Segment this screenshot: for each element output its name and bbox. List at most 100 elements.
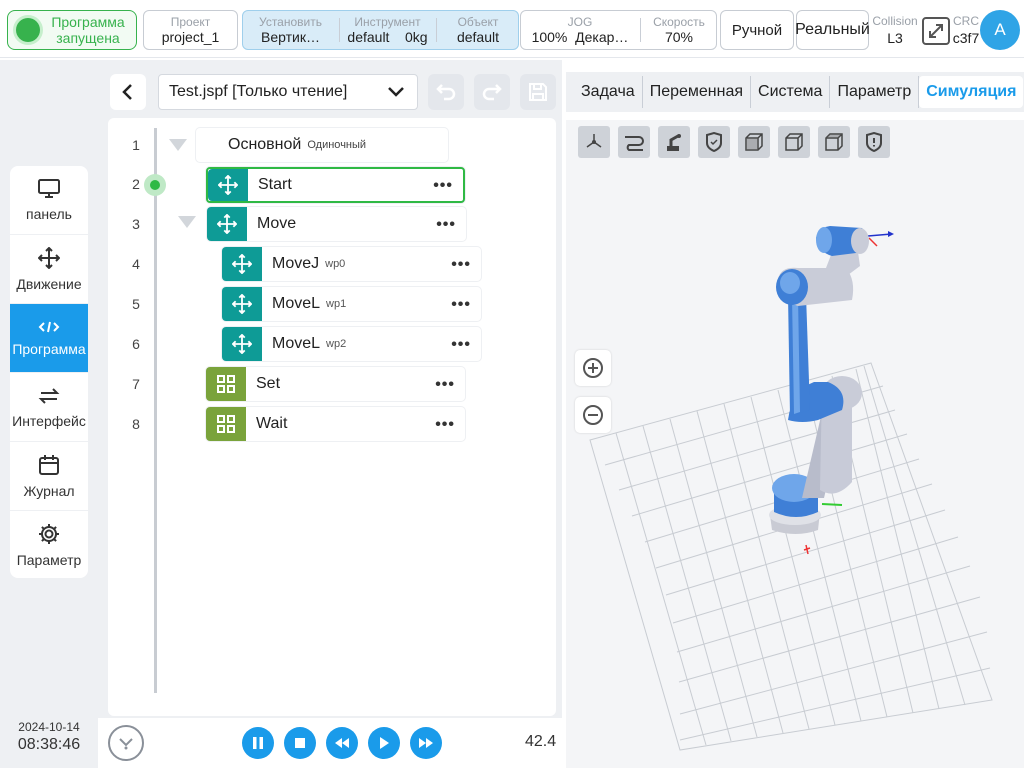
- more-icon[interactable]: •••: [451, 336, 471, 354]
- install-label: Установить: [259, 15, 322, 29]
- node-sub: wp0: [325, 258, 346, 270]
- status-indicator-icon: [16, 18, 40, 42]
- line-number: 7: [132, 376, 140, 392]
- play-button[interactable]: [368, 727, 400, 759]
- node-name: Start: [258, 176, 292, 193]
- date-text: 2024-10-14: [18, 720, 80, 734]
- save-button[interactable]: [520, 74, 556, 110]
- warning-shield-icon[interactable]: [858, 126, 890, 158]
- more-icon[interactable]: •••: [435, 416, 455, 434]
- simulation-view[interactable]: [566, 120, 1024, 768]
- file-name: Test.jspf [Только чтение]: [169, 83, 348, 100]
- project-value: project_1: [161, 29, 220, 45]
- real-mode-button[interactable]: Реальный: [795, 10, 870, 50]
- nav-item-journal[interactable]: Журнал: [10, 442, 88, 511]
- jog-label: JOG: [567, 15, 593, 29]
- tab-system[interactable]: Система: [751, 76, 831, 108]
- line-number: 8: [132, 416, 140, 432]
- calendar-icon: [39, 454, 59, 475]
- tree-node-wait[interactable]: Wait •••: [206, 407, 465, 441]
- nav-item-label: Движение: [16, 275, 82, 292]
- node-name: Wait: [256, 415, 288, 432]
- tab-simulation[interactable]: Симуляция: [919, 76, 1024, 108]
- tab-task[interactable]: Задача: [574, 76, 643, 108]
- tree-node-move[interactable]: Move •••: [207, 207, 466, 241]
- speed-label: Скорость: [653, 15, 705, 29]
- tab-parameter[interactable]: Параметр: [830, 76, 920, 108]
- undo-button[interactable]: [428, 74, 464, 110]
- object-value: default: [456, 29, 500, 45]
- time-text: 08:38:46: [17, 736, 81, 753]
- view-top-icon[interactable]: [818, 126, 850, 158]
- more-icon[interactable]: •••: [435, 376, 455, 394]
- code-icon: [38, 321, 60, 332]
- trajectory-icon[interactable]: [618, 126, 650, 158]
- rewind-button[interactable]: [326, 727, 358, 759]
- object-label: Объект: [457, 15, 499, 29]
- nav-item-label: Параметр: [16, 552, 82, 568]
- nav-item-parameter[interactable]: Параметр: [10, 511, 88, 578]
- install-value: Вертик…: [261, 29, 320, 45]
- expand-icon[interactable]: [921, 16, 951, 46]
- collapse-arrow-icon[interactable]: [169, 139, 187, 151]
- tree-node-set[interactable]: Set •••: [206, 367, 465, 401]
- file-select[interactable]: Test.jspf [Только чтение]: [158, 74, 418, 110]
- more-icon[interactable]: •••: [436, 216, 456, 234]
- view-default-icon[interactable]: [578, 126, 610, 158]
- move-node-icon: [208, 169, 248, 201]
- view-side-icon[interactable]: [778, 126, 810, 158]
- move-node-icon: [222, 287, 262, 321]
- swap-icon: [38, 387, 60, 404]
- fast-forward-icon: [419, 738, 433, 748]
- fast-forward-button[interactable]: [410, 727, 442, 759]
- tree-node-movej[interactable]: MoveJ wp0 •••: [222, 247, 481, 281]
- save-icon: [529, 83, 547, 101]
- tab-variable[interactable]: Переменная: [643, 76, 752, 108]
- more-icon[interactable]: •••: [433, 177, 453, 195]
- line-number: 4: [132, 256, 140, 272]
- clock: 2024-10-14 08:38:46: [0, 720, 98, 754]
- project-label: Проект: [170, 15, 211, 29]
- stop-button[interactable]: [284, 727, 316, 759]
- zoom-out-button[interactable]: [575, 397, 611, 433]
- robot-model-icon[interactable]: [658, 126, 690, 158]
- user-avatar[interactable]: A: [980, 10, 1020, 50]
- collapse-arrow-icon[interactable]: [178, 216, 196, 228]
- view-front-icon[interactable]: [738, 126, 770, 158]
- nav-item-motion[interactable]: Движение: [10, 235, 88, 304]
- manual-mode-button[interactable]: Ручной: [720, 10, 794, 50]
- tree-node-movel-2[interactable]: MoveL wp2 •••: [222, 327, 481, 361]
- tool-value: default: [347, 29, 390, 45]
- io-node-icon: [206, 367, 246, 401]
- pause-button[interactable]: [242, 727, 274, 759]
- line-number: 2: [132, 176, 140, 192]
- move-node-icon: [222, 327, 262, 361]
- chevron-down-icon: [388, 87, 404, 97]
- install-tool-object-box[interactable]: Установить Вертик… Инструмент default 0k…: [242, 10, 519, 50]
- nav-item-program[interactable]: Программа: [10, 304, 88, 373]
- zoom-in-button[interactable]: [575, 350, 611, 386]
- line-number: 5: [132, 296, 140, 312]
- scroll-down-icon[interactable]: [108, 725, 144, 761]
- tree-node-movel-1[interactable]: MoveL wp1 •••: [222, 287, 481, 321]
- project-box[interactable]: Проект project_1: [143, 10, 238, 50]
- redo-button[interactable]: [474, 74, 510, 110]
- zoom-in-icon: [583, 358, 603, 378]
- more-icon[interactable]: •••: [451, 256, 471, 274]
- redo-icon: [482, 84, 502, 101]
- top-bar: Программа запущена Проект project_1 Уста…: [0, 0, 1024, 58]
- jog-frame: Декар…: [575, 29, 629, 45]
- tree-node-start[interactable]: Start •••: [206, 167, 465, 203]
- more-icon[interactable]: •••: [451, 296, 471, 314]
- nav-item-interface[interactable]: Интерфейс: [10, 373, 88, 442]
- safety-shield-icon[interactable]: [698, 126, 730, 158]
- speed-readout: 42.4: [525, 733, 557, 750]
- node-name: Move: [257, 215, 297, 232]
- node-name: MoveJ: [272, 255, 320, 272]
- jog-speed-box[interactable]: JOG 100% Декар… Скорость 70%: [520, 10, 717, 50]
- main-node[interactable]: Основной Одиночный: [196, 128, 448, 162]
- rewind-icon: [335, 738, 349, 748]
- nav-item-panel[interactable]: панель: [10, 166, 88, 235]
- line-number: 3: [132, 216, 140, 232]
- back-button[interactable]: [110, 74, 146, 110]
